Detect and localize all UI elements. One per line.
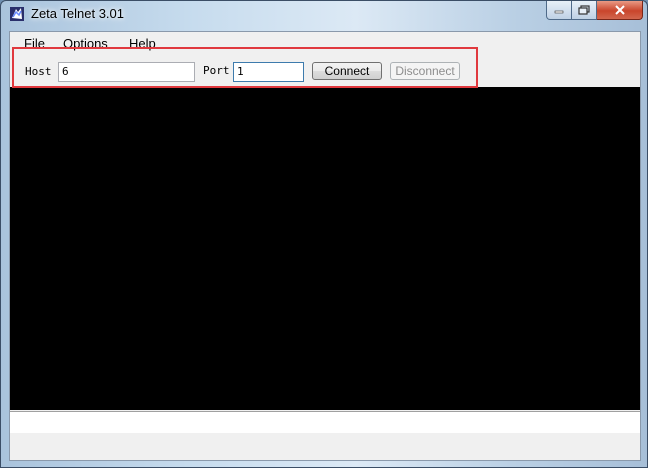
port-label: Port	[203, 64, 230, 77]
menu-bar: File Options Help	[10, 32, 640, 54]
host-input[interactable]: 6	[58, 62, 195, 82]
host-label: Host	[25, 65, 52, 78]
minimize-button[interactable]	[546, 1, 572, 20]
terminal-screen[interactable]	[10, 87, 640, 410]
command-input[interactable]	[10, 411, 640, 433]
menu-help[interactable]: Help	[129, 36, 156, 51]
window-title: Zeta Telnet 3.01	[31, 6, 124, 21]
minimize-icon	[554, 10, 564, 14]
port-input[interactable]: 1	[233, 62, 304, 82]
status-bar	[10, 433, 640, 460]
telnet-app-icon	[10, 7, 24, 21]
menu-file[interactable]: File	[24, 36, 45, 51]
maximize-icon	[578, 5, 590, 15]
connect-button[interactable]: Connect	[312, 62, 382, 80]
disconnect-button[interactable]: Disconnect	[390, 62, 460, 80]
client-area: File Options Help Host 6 Port 1 Connect …	[9, 31, 641, 461]
app-window: Zeta Telnet 3.01 File Options Help Host …	[0, 0, 648, 468]
connection-toolbar: Host 6 Port 1 Connect Disconnect	[10, 54, 640, 88]
close-icon	[614, 5, 625, 15]
title-bar[interactable]: Zeta Telnet 3.01	[1, 1, 647, 29]
menu-options[interactable]: Options	[63, 36, 108, 51]
caption-buttons	[546, 1, 643, 21]
close-button[interactable]	[597, 1, 643, 20]
maximize-button[interactable]	[572, 1, 597, 20]
